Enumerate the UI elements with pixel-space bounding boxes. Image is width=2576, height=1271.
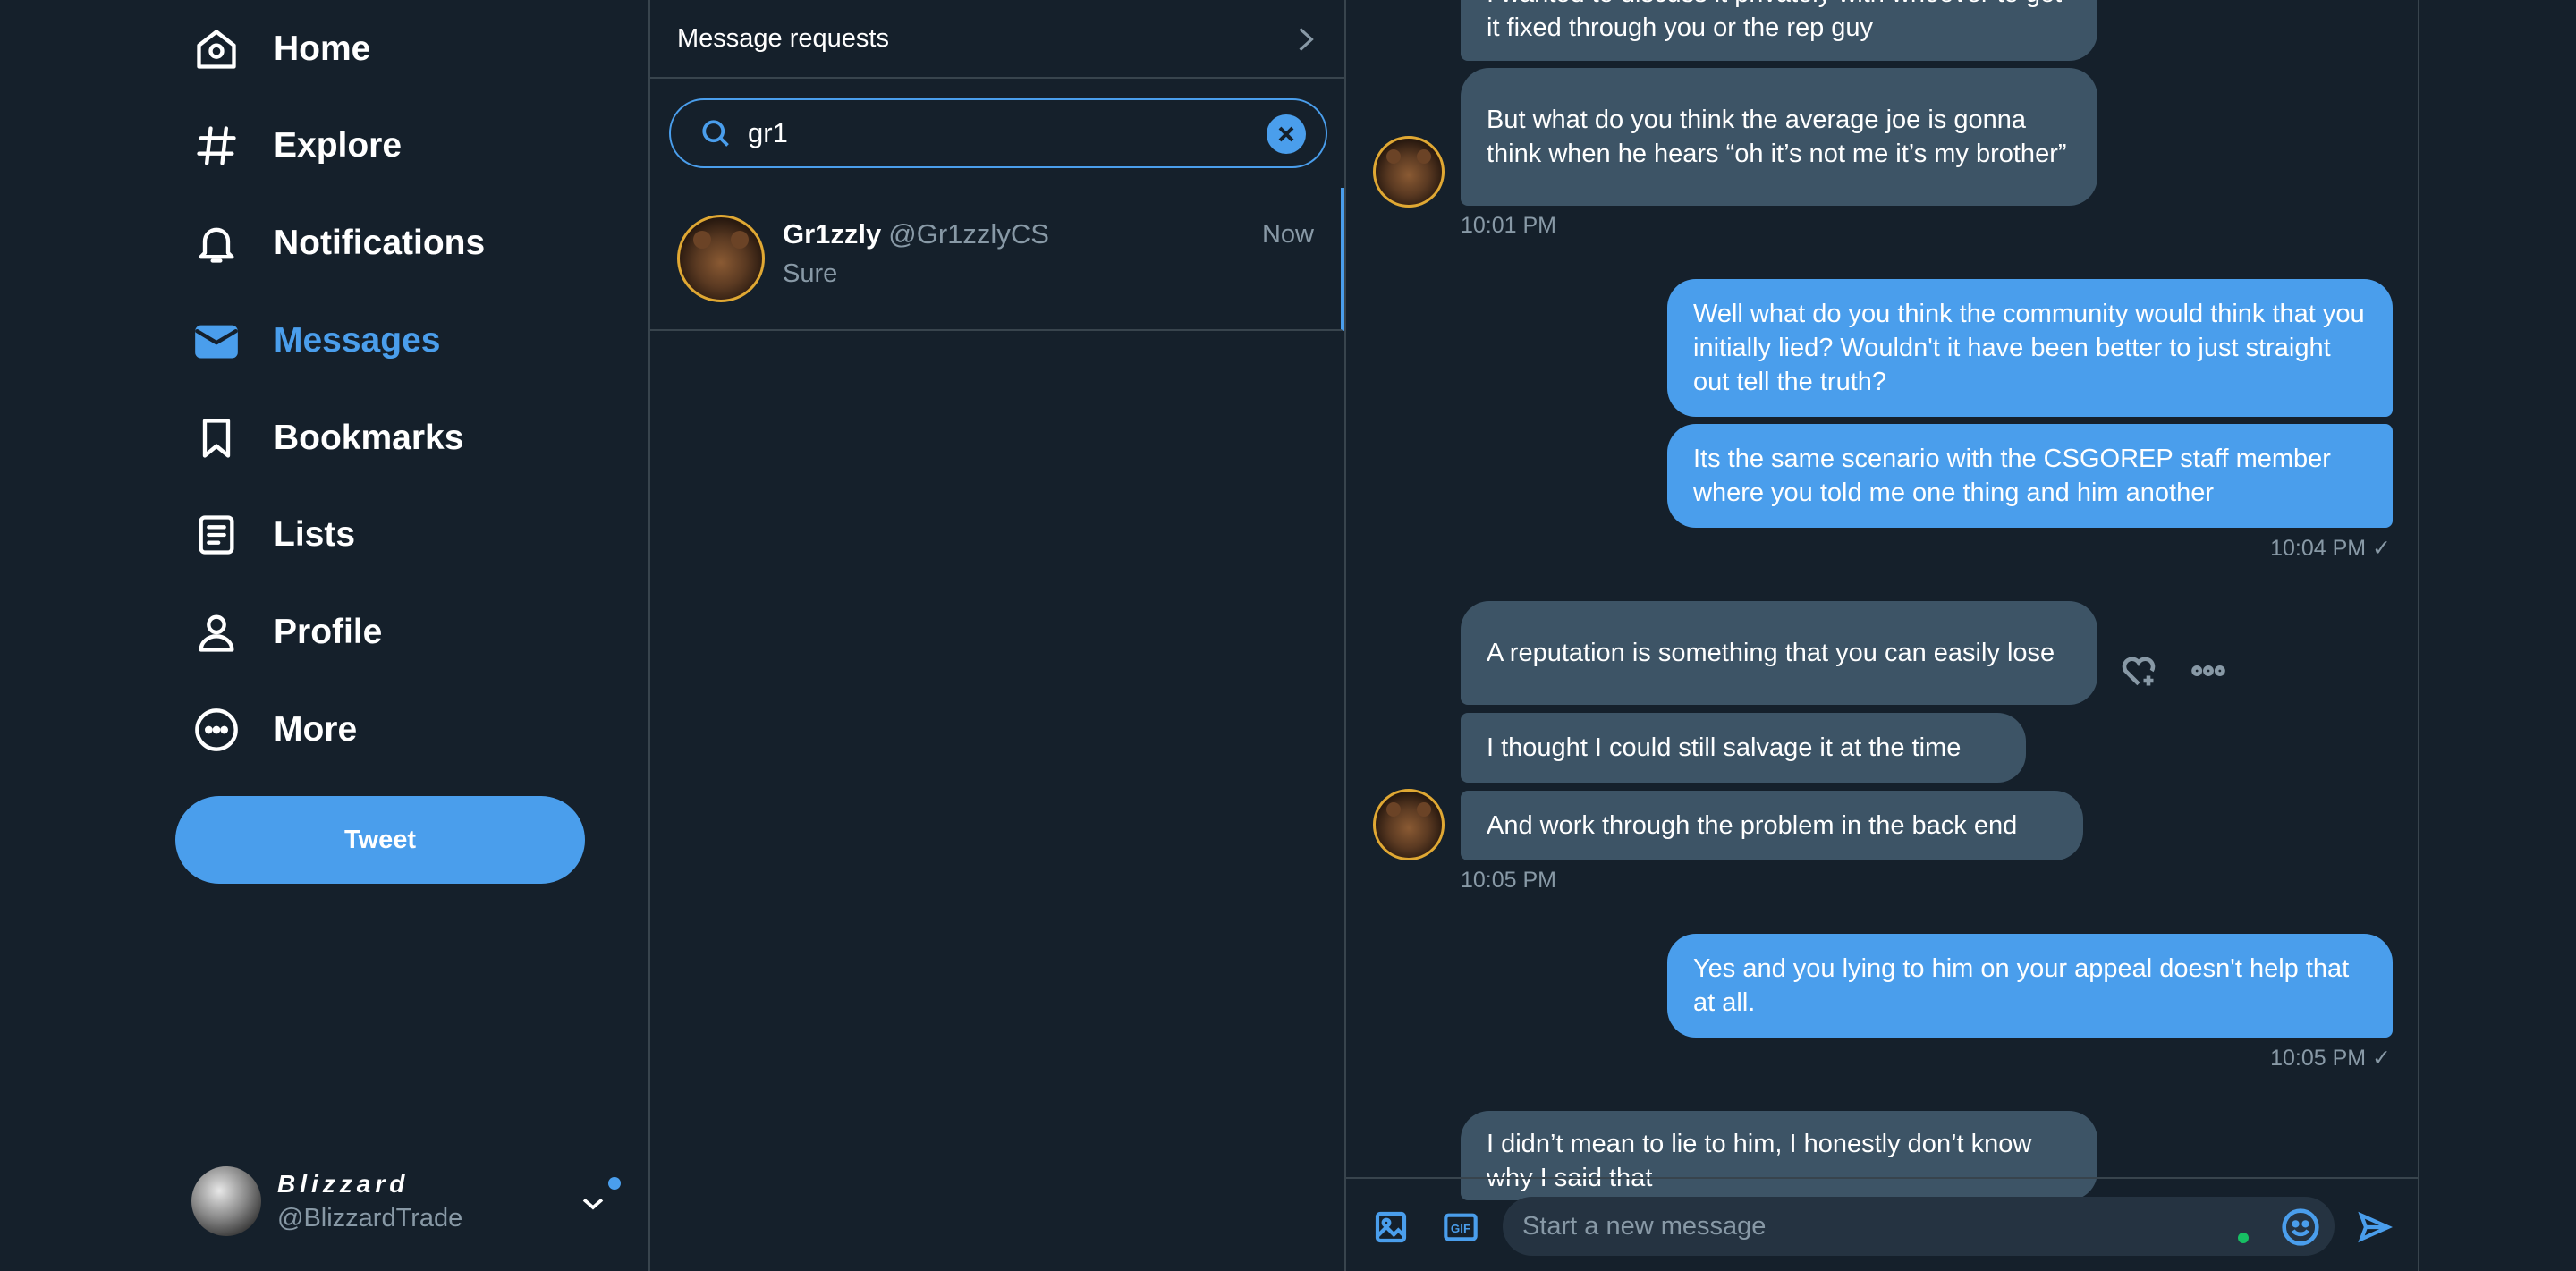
message-bubble[interactable]: Well what do you think the community wou…	[1667, 279, 2393, 417]
home-icon	[191, 24, 242, 74]
chevron-down-icon	[580, 1190, 606, 1216]
conversation-name: Gr1zzly	[783, 218, 882, 250]
nav-messages[interactable]: Messages	[191, 309, 440, 372]
close-icon[interactable]	[1267, 114, 1306, 154]
message-input[interactable]	[1522, 1211, 2220, 1241]
message-input-box[interactable]	[1503, 1197, 2334, 1256]
sidebar-nav: Home Explore Notifications Messages Book…	[0, 0, 650, 1271]
message-requests-link[interactable]: Message requests	[650, 0, 1344, 79]
nav-profile[interactable]: Profile	[191, 601, 382, 664]
hashtag-icon	[191, 121, 242, 171]
nav-lists-label: Lists	[274, 515, 356, 554]
tweet-button[interactable]: Tweet	[175, 796, 585, 884]
nav-messages-label: Messages	[274, 321, 441, 360]
search-input[interactable]	[748, 117, 1231, 149]
message-composer: GIF	[1346, 1177, 2418, 1271]
nav-explore-label: Explore	[274, 126, 402, 165]
chevron-right-icon	[1294, 25, 1318, 54]
online-indicator	[2238, 1233, 2249, 1243]
conversation-list: Message requests Gr1zzly@Gr1zzlyCS Now S…	[650, 0, 1346, 1271]
nav-home-label: Home	[274, 30, 371, 68]
nav-notifications[interactable]: Notifications	[191, 212, 485, 275]
emoji-icon[interactable]	[2281, 1207, 2320, 1247]
search-icon	[699, 117, 732, 149]
heart-plus-icon[interactable]	[2119, 651, 2158, 691]
avatar	[1373, 789, 1445, 860]
bookmark-icon	[191, 413, 242, 463]
list-icon	[191, 510, 242, 560]
nav-profile-label: Profile	[274, 613, 383, 651]
message-bubble[interactable]: But what do you think the average joe is…	[1461, 68, 2097, 206]
chat-panel: I wanted to discuss it privately with wh…	[1346, 0, 2419, 1271]
message-bubble[interactable]: I wanted to discuss it privately with wh…	[1461, 0, 2097, 61]
message-bubble[interactable]: Yes and you lying to him on your appeal …	[1667, 934, 2393, 1038]
more-circle-icon	[191, 705, 242, 755]
account-handle: @BlizzardTrade	[277, 1203, 463, 1233]
message-timestamp: 10:05 PM ✓	[2270, 1046, 2391, 1071]
avatar	[677, 215, 765, 302]
nav-bookmarks-label: Bookmarks	[274, 419, 464, 457]
notification-dot	[608, 1177, 621, 1190]
nav-home[interactable]: Home	[191, 18, 370, 80]
message-timestamp: 10:05 PM	[1461, 868, 1557, 893]
avatar	[191, 1166, 261, 1236]
conversation-preview: Sure	[783, 259, 838, 288]
nav-notifications-label: Notifications	[274, 224, 486, 262]
more-horizontal-icon[interactable]	[2189, 651, 2228, 691]
image-icon[interactable]	[1373, 1209, 1409, 1245]
right-gutter	[2419, 0, 2576, 1271]
person-icon	[191, 607, 242, 657]
message-bubble[interactable]: A reputation is something that you can e…	[1461, 601, 2097, 705]
nav-lists[interactable]: Lists	[191, 504, 355, 566]
message-bubble[interactable]: I thought I could still salvage it at th…	[1461, 713, 2026, 783]
message-timestamp: 10:04 PM ✓	[2270, 536, 2391, 561]
account-display-name: Blizzard	[277, 1169, 410, 1198]
message-bubble[interactable]: And work through the problem in the back…	[1461, 791, 2083, 860]
account-switcher[interactable]: Blizzard @BlizzardTrade	[191, 1163, 621, 1240]
message-timestamp: 10:01 PM	[1461, 213, 1557, 238]
send-icon[interactable]	[2357, 1209, 2394, 1245]
svg-text:GIF: GIF	[1451, 1222, 1470, 1235]
envelope-icon	[191, 316, 242, 366]
nav-more-label: More	[274, 710, 358, 749]
conversation-handle: @Gr1zzlyCS	[888, 218, 1049, 250]
avatar	[1373, 136, 1445, 208]
nav-explore[interactable]: Explore	[191, 114, 402, 177]
conversation-item[interactable]: Gr1zzly @Gr1zzlyCS Now Sure	[650, 188, 1344, 331]
bell-icon	[191, 218, 242, 268]
conversation-time: Now	[1261, 220, 1314, 249]
message-requests-label: Message requests	[677, 23, 889, 53]
nav-bookmarks[interactable]: Bookmarks	[191, 407, 463, 470]
message-bubble[interactable]: Its the same scenario with the CSGOREP s…	[1667, 424, 2393, 528]
gif-icon[interactable]: GIF	[1443, 1209, 1479, 1245]
search-box[interactable]	[669, 98, 1327, 168]
nav-more[interactable]: More	[191, 699, 357, 761]
